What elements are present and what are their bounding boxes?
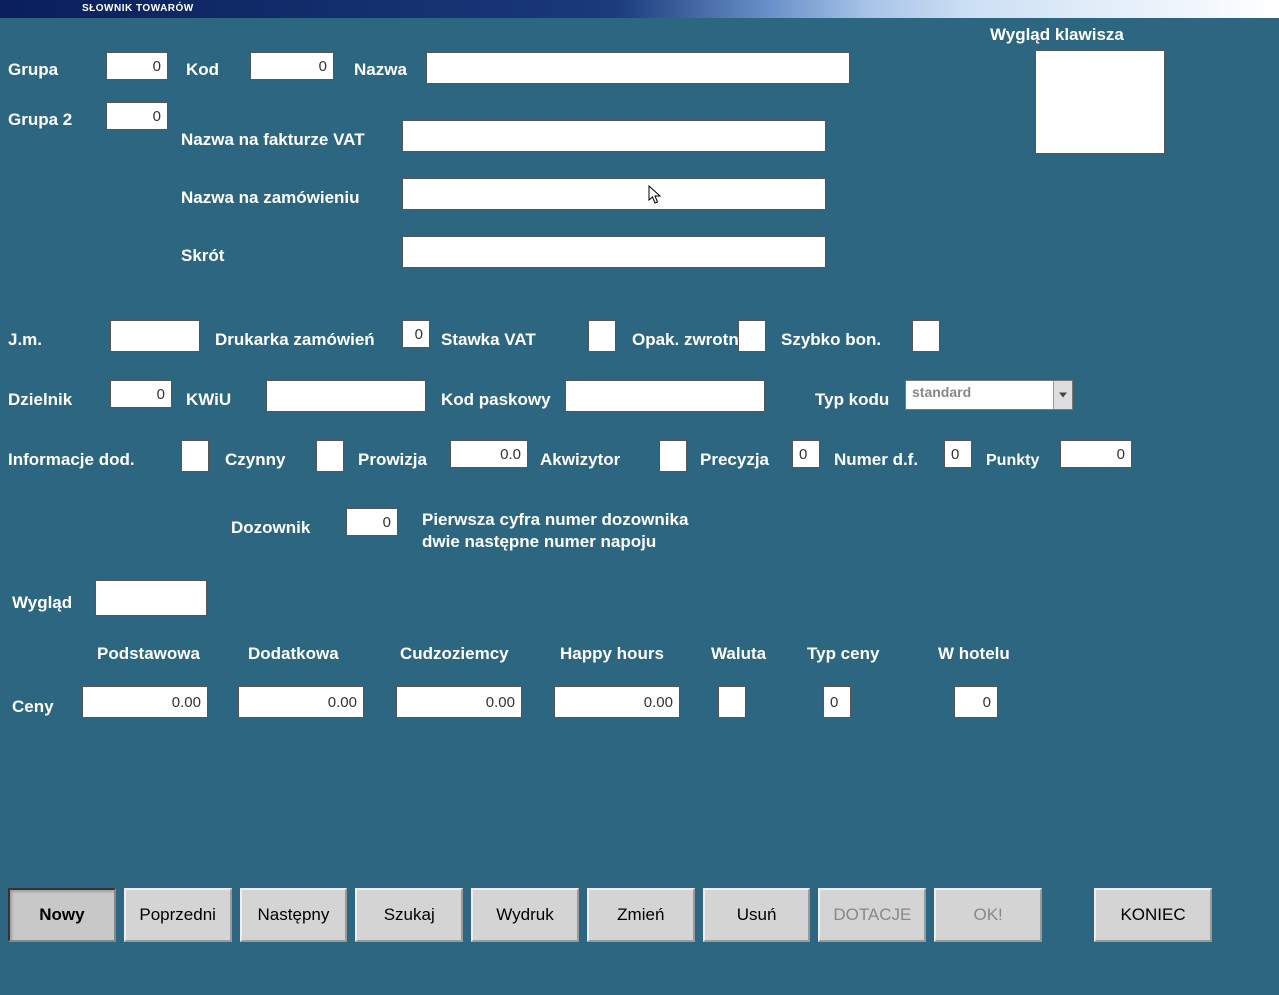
jm-input[interactable]: [110, 320, 200, 352]
numer-df-input[interactable]: [944, 440, 972, 468]
cena-happy-input[interactable]: [554, 686, 680, 718]
dzielnik-label: Dzielnik: [8, 390, 72, 410]
hdr-happy: Happy hours: [560, 644, 664, 664]
cena-podstawowa-input[interactable]: [82, 686, 208, 718]
precyzja-label: Precyzja: [700, 450, 769, 470]
wydruk-button[interactable]: Wydruk: [471, 888, 579, 942]
dzielnik-input[interactable]: [110, 380, 172, 408]
grupa2-input[interactable]: [106, 102, 168, 130]
wyglad-label: Wygląd: [12, 593, 72, 613]
nazwa-faktura-label: Nazwa na fakturze VAT: [181, 130, 365, 150]
grupa-label: Grupa: [8, 60, 58, 80]
opak-zwrotne-input[interactable]: [738, 320, 766, 352]
ceny-label: Ceny: [12, 697, 54, 717]
poprzedni-button[interactable]: Poprzedni: [124, 888, 232, 942]
keylook-preview: [1035, 50, 1165, 154]
kwiu-input[interactable]: [266, 380, 426, 412]
stawka-vat-label: Stawka VAT: [441, 330, 536, 350]
drukarka-input[interactable]: [402, 320, 430, 348]
kod-paskowy-input[interactable]: [565, 380, 765, 412]
ok-button[interactable]: OK!: [934, 888, 1042, 942]
hdr-typceny: Typ ceny: [807, 644, 879, 664]
keylook-label: Wygląd klawisza: [990, 25, 1124, 45]
skrot-label: Skrót: [181, 246, 224, 266]
usun-button[interactable]: Usuń: [703, 888, 811, 942]
typ-kodu-label: Typ kodu: [815, 390, 889, 410]
info-dod-label: Informacje dod.: [8, 450, 135, 470]
precyzja-input[interactable]: [792, 440, 820, 468]
jm-label: J.m.: [8, 330, 42, 350]
wyglad-input[interactable]: [95, 580, 207, 616]
typ-kodu-value: standard: [912, 384, 971, 400]
nowy-button[interactable]: Nowy: [8, 888, 116, 942]
skrot-input[interactable]: [402, 236, 826, 268]
stawka-vat-input[interactable]: [588, 320, 616, 352]
kod-input[interactable]: [250, 52, 334, 80]
punkty-input[interactable]: [1060, 440, 1132, 468]
opak-zwrotne-label: Opak. zwrotne: [632, 330, 748, 350]
dotacje-button[interactable]: DOTACJE: [818, 888, 926, 942]
drukarka-label: Drukarka zamówień: [215, 330, 375, 350]
nazwa-zamowienie-label: Nazwa na zamówieniu: [181, 188, 360, 208]
nazwa-zamowienie-input[interactable]: [402, 178, 826, 210]
zmien-button[interactable]: Zmień: [587, 888, 695, 942]
nazwa-input[interactable]: [426, 52, 850, 84]
hdr-whotelu: W hotelu: [938, 644, 1010, 664]
punkty-label: Punkty: [986, 452, 1039, 470]
koniec-button[interactable]: KONIEC: [1094, 888, 1212, 942]
szukaj-button[interactable]: Szukaj: [355, 888, 463, 942]
cena-cudzoziemcy-input[interactable]: [396, 686, 522, 718]
dozownik-input[interactable]: [346, 508, 398, 536]
typ-kodu-select[interactable]: standard: [905, 380, 1073, 410]
cena-hotel-input[interactable]: [954, 686, 998, 718]
kod-label: Kod: [186, 60, 219, 80]
dozownik-hint2: dwie następne numer napoju: [422, 532, 656, 552]
dozownik-hint1: Pierwsza cyfra numer dozownika: [422, 510, 688, 530]
nazwa-faktura-input[interactable]: [402, 120, 826, 152]
kwiu-label: KWiU: [186, 390, 231, 410]
info-dod-input[interactable]: [181, 440, 209, 472]
prowizja-label: Prowizja: [358, 450, 427, 470]
szybko-bon-input[interactable]: [912, 320, 940, 352]
hdr-dodatkowa: Dodatkowa: [248, 644, 339, 664]
window-title: SŁOWNIK TOWARÓW: [0, 0, 1279, 18]
czynny-label: Czynny: [225, 450, 285, 470]
hdr-podstawowa: Podstawowa: [97, 644, 200, 664]
hdr-cudzoziemcy: Cudzoziemcy: [400, 644, 509, 664]
prowizja-input[interactable]: [450, 440, 528, 468]
cena-dodatkowa-input[interactable]: [238, 686, 364, 718]
main-panel: Wygląd klawisza Grupa Kod Nazwa Grupa 2 …: [0, 18, 1279, 888]
hdr-waluta: Waluta: [711, 644, 766, 664]
dozownik-label: Dozownik: [231, 518, 310, 538]
czynny-input[interactable]: [316, 440, 344, 472]
cena-typ-input[interactable]: [823, 686, 851, 718]
grupa2-label: Grupa 2: [8, 110, 72, 130]
nazwa-label: Nazwa: [354, 60, 407, 80]
chevron-down-icon: [1059, 393, 1067, 398]
akwizytor-label: Akwizytor: [540, 450, 620, 470]
szybko-bon-label: Szybko bon.: [781, 330, 881, 350]
kod-paskowy-label: Kod paskowy: [441, 390, 551, 410]
cena-waluta-input[interactable]: [718, 686, 746, 718]
akwizytor-input[interactable]: [659, 440, 687, 472]
numer-df-label: Numer d.f.: [834, 450, 918, 470]
grupa-input[interactable]: [106, 52, 168, 80]
nastepny-button[interactable]: Następny: [240, 888, 348, 942]
